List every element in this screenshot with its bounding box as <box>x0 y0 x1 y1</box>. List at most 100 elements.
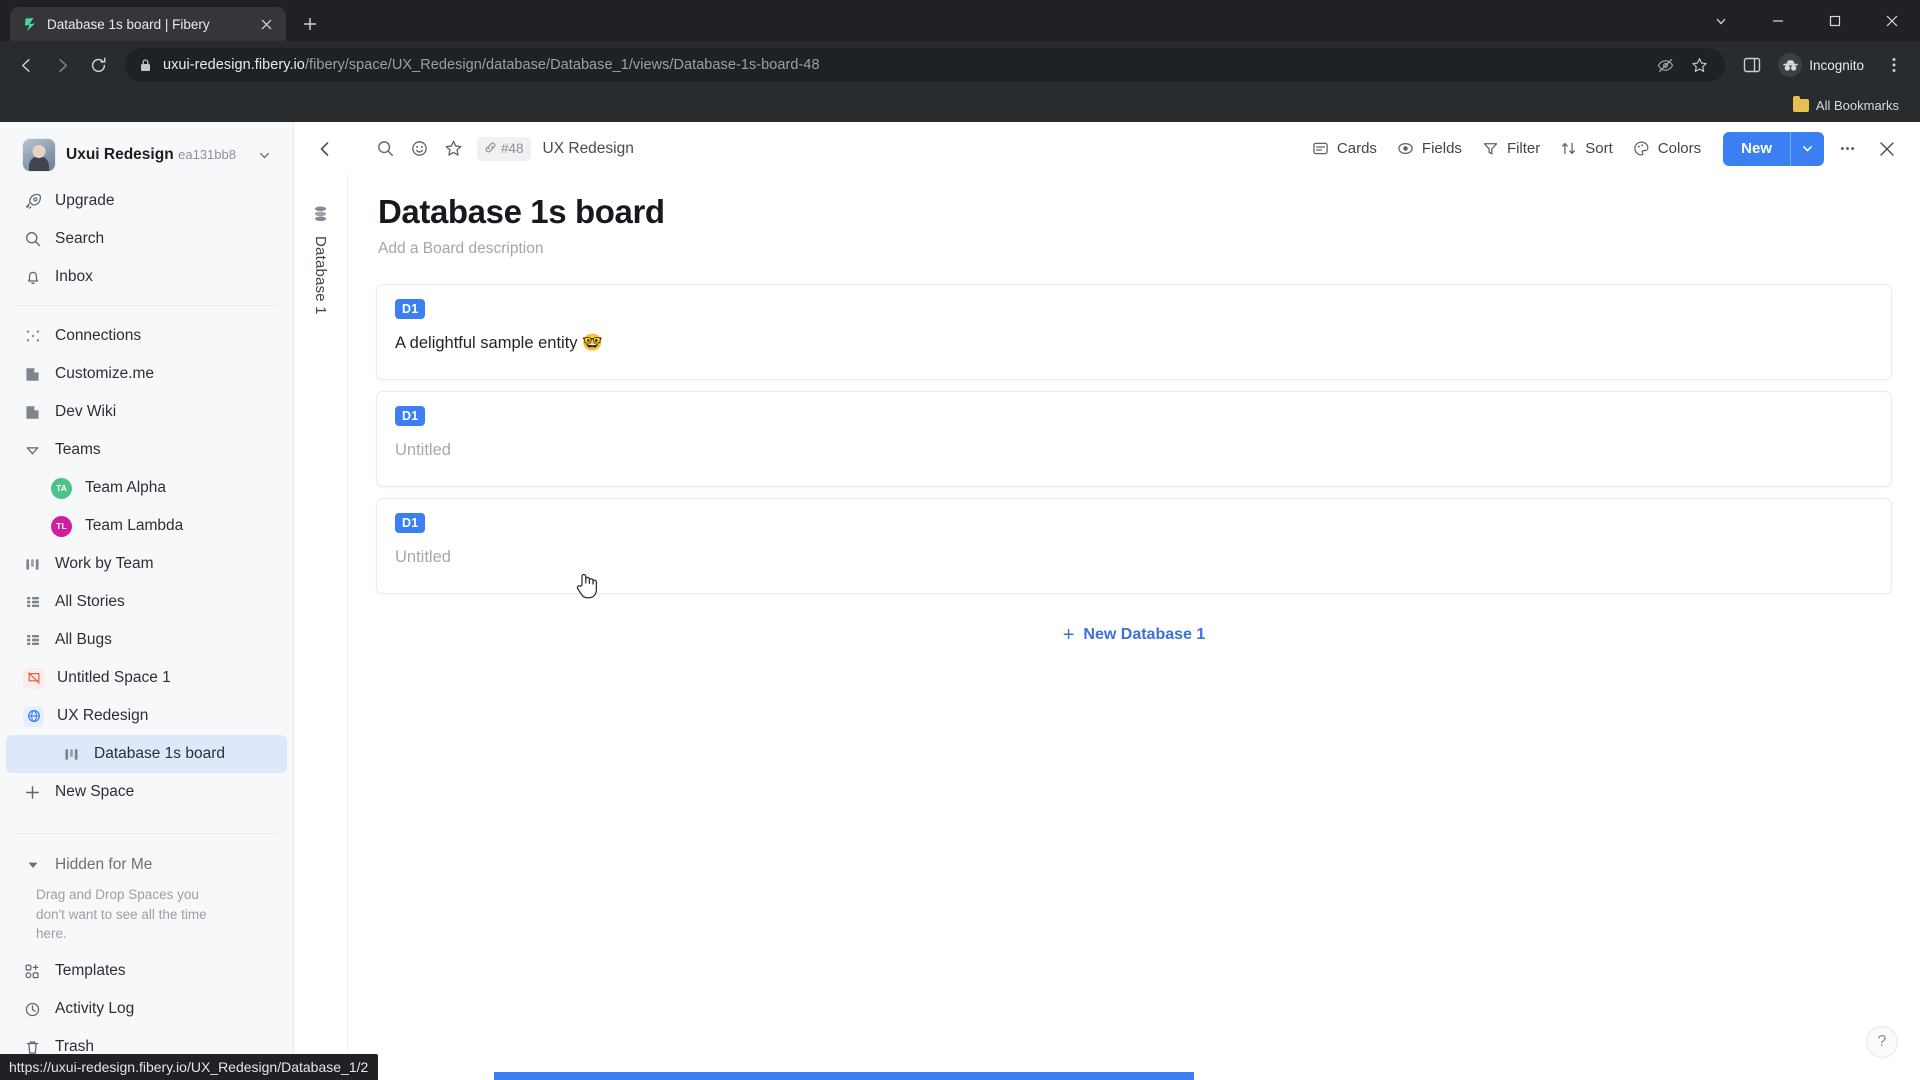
close-view-icon[interactable] <box>1870 132 1904 166</box>
sort-button[interactable]: Sort <box>1550 132 1623 166</box>
maximize-icon[interactable] <box>1806 0 1863 41</box>
board-icon <box>62 746 81 763</box>
tab-close-icon[interactable] <box>256 14 276 34</box>
browser-window: Database 1s board | Fibery uxui-redesign… <box>0 0 1920 1080</box>
entity-link-badge[interactable]: #48 <box>477 136 531 161</box>
sidebar-item-team-alpha[interactable]: TA Team Alpha <box>6 469 287 507</box>
sidebar-item-team-lambda[interactable]: TL Team Lambda <box>6 507 287 545</box>
chevron-down-icon[interactable] <box>257 148 273 163</box>
sidebar-item-all-bugs[interactable]: All Bugs <box>6 621 287 659</box>
sidebar-item-untitled-space-1[interactable]: Untitled Space 1 <box>6 659 287 697</box>
sort-label: Sort <box>1585 140 1613 157</box>
sidebar-item-upgrade[interactable]: Upgrade <box>6 182 287 220</box>
sidebar-item-connections[interactable]: Connections <box>6 317 287 355</box>
breadcrumb[interactable]: UX Redesign <box>543 140 634 158</box>
cards-button[interactable]: Cards <box>1302 132 1387 166</box>
minimize-icon[interactable] <box>1749 0 1806 41</box>
browser-tab[interactable]: Database 1s board | Fibery <box>10 7 286 41</box>
reload-icon[interactable] <box>81 48 115 82</box>
view-search-icon[interactable] <box>368 132 402 166</box>
sidebar-item-database-1s-board[interactable]: Database 1s board <box>6 735 287 774</box>
templates-icon <box>23 963 42 980</box>
document-icon <box>23 366 42 383</box>
sidebar-item-all-stories[interactable]: All Stories <box>6 583 287 621</box>
address-bar[interactable]: uxui-redesign.fibery.io/fibery/space/UX_… <box>125 48 1726 82</box>
cards-label: Cards <box>1336 140 1377 157</box>
entity-type-badge: D1 <box>395 512 426 533</box>
chevron-collapse-icon <box>23 442 42 459</box>
sidebar-item-dev-wiki[interactable]: Dev Wiki <box>6 393 287 431</box>
clock-icon <box>23 1001 42 1018</box>
favorite-star-icon[interactable] <box>436 132 470 166</box>
sidebar-item-label: Customize.me <box>55 365 155 383</box>
sidebar-item-label: Connections <box>55 327 142 345</box>
link-badge-label: #48 <box>501 141 524 156</box>
fields-icon <box>1397 140 1414 157</box>
all-bookmarks-button[interactable]: All Bookmarks <box>1786 94 1906 117</box>
sidebar-item-work-by-team[interactable]: Work by Team <box>6 545 287 583</box>
emoji-icon[interactable] <box>402 132 436 166</box>
sidebar-item-ux-redesign[interactable]: UX Redesign <box>6 697 287 735</box>
lock-icon[interactable] <box>139 58 153 72</box>
colors-button[interactable]: Colors <box>1623 132 1711 166</box>
sidebar-item-search[interactable]: Search <box>6 220 287 258</box>
board-description-placeholder[interactable]: Add a Board description <box>376 232 1892 258</box>
url-path: /fibery/space/UX_Redesign/database/Datab… <box>304 57 820 73</box>
forward-arrow-icon[interactable] <box>45 48 79 82</box>
three-dots-vertical-icon[interactable] <box>1877 48 1911 82</box>
main-panel: #48 UX Redesign Cards Fields Filter Sort… <box>294 122 1920 1080</box>
help-button[interactable]: ? <box>1866 1026 1898 1058</box>
sidebar-item-inbox[interactable]: Inbox <box>6 258 287 296</box>
sidebar-group-teams[interactable]: Teams <box>6 431 287 469</box>
new-entity-button[interactable]: + New Database 1 <box>376 605 1892 645</box>
team-initials: TL <box>56 521 67 532</box>
card-title: A delightful sample entity 🤓 <box>395 333 603 352</box>
database-rail[interactable]: Database 1 <box>294 175 348 1080</box>
sidebar-item-activity-log[interactable]: Activity Log <box>6 990 287 1028</box>
page-title[interactable]: Database 1s board <box>376 193 1892 232</box>
incognito-profile-button[interactable]: Incognito <box>1771 50 1875 80</box>
more-options-icon[interactable] <box>1830 132 1864 166</box>
workspace-switcher[interactable]: Uxui Redesign ea131bb8 <box>6 132 287 178</box>
sidebar-group-hidden-for-me[interactable]: Hidden for Me <box>6 846 287 884</box>
connections-icon <box>23 327 42 345</box>
trash-icon <box>23 1039 42 1056</box>
new-button[interactable]: New <box>1723 131 1790 166</box>
horizontal-scrollbar[interactable] <box>494 1072 1194 1080</box>
sidebar-group-label: Hidden for Me <box>55 856 153 874</box>
sidebar-item-templates[interactable]: Templates <box>6 952 287 990</box>
board-card[interactable]: D1 A delightful sample entity 🤓 <box>376 283 1892 380</box>
bookmark-star-icon[interactable] <box>1685 51 1713 79</box>
fields-button[interactable]: Fields <box>1387 132 1472 166</box>
entity-type-badge: D1 <box>395 298 426 319</box>
sidebar-item-label: Templates <box>55 962 126 979</box>
document-icon <box>23 404 42 421</box>
space-broken-icon <box>23 667 44 689</box>
incognito-icon <box>1778 53 1803 77</box>
new-button-chevron-down-icon[interactable] <box>1790 131 1824 166</box>
sidebar-item-new-space[interactable]: New Space <box>6 773 287 811</box>
back-arrow-icon[interactable] <box>9 48 43 82</box>
rocket-icon <box>23 192 42 210</box>
grid-icon <box>23 632 42 648</box>
sidebar-item-label: Team Alpha <box>85 479 166 497</box>
view-back-button[interactable] <box>308 132 342 166</box>
new-tab-button[interactable] <box>295 9 325 39</box>
new-entity-label: New Database 1 <box>1083 625 1206 643</box>
sidebar-item-label: Search <box>55 230 105 247</box>
sidebar-item-label: Database 1s board <box>94 745 225 763</box>
sidebar-item-customize-me[interactable]: Customize.me <box>6 355 287 393</box>
board-card[interactable]: D1 Untitled <box>376 390 1892 487</box>
board-card[interactable]: D1 Untitled <box>376 497 1892 594</box>
plus-icon: + <box>1062 623 1075 646</box>
sidebar-item-label: Activity Log <box>55 1000 135 1017</box>
database-icon <box>312 205 329 223</box>
side-panel-icon[interactable] <box>1735 48 1769 82</box>
window-close-icon[interactable] <box>1863 0 1920 41</box>
grid-icon <box>23 594 42 610</box>
eye-off-icon[interactable] <box>1651 51 1679 79</box>
filter-button[interactable]: Filter <box>1472 132 1550 166</box>
chevron-down-icon[interactable] <box>1692 0 1749 41</box>
entity-type-badge: D1 <box>395 405 426 426</box>
sidebar-item-label: Team Lambda <box>85 517 184 535</box>
